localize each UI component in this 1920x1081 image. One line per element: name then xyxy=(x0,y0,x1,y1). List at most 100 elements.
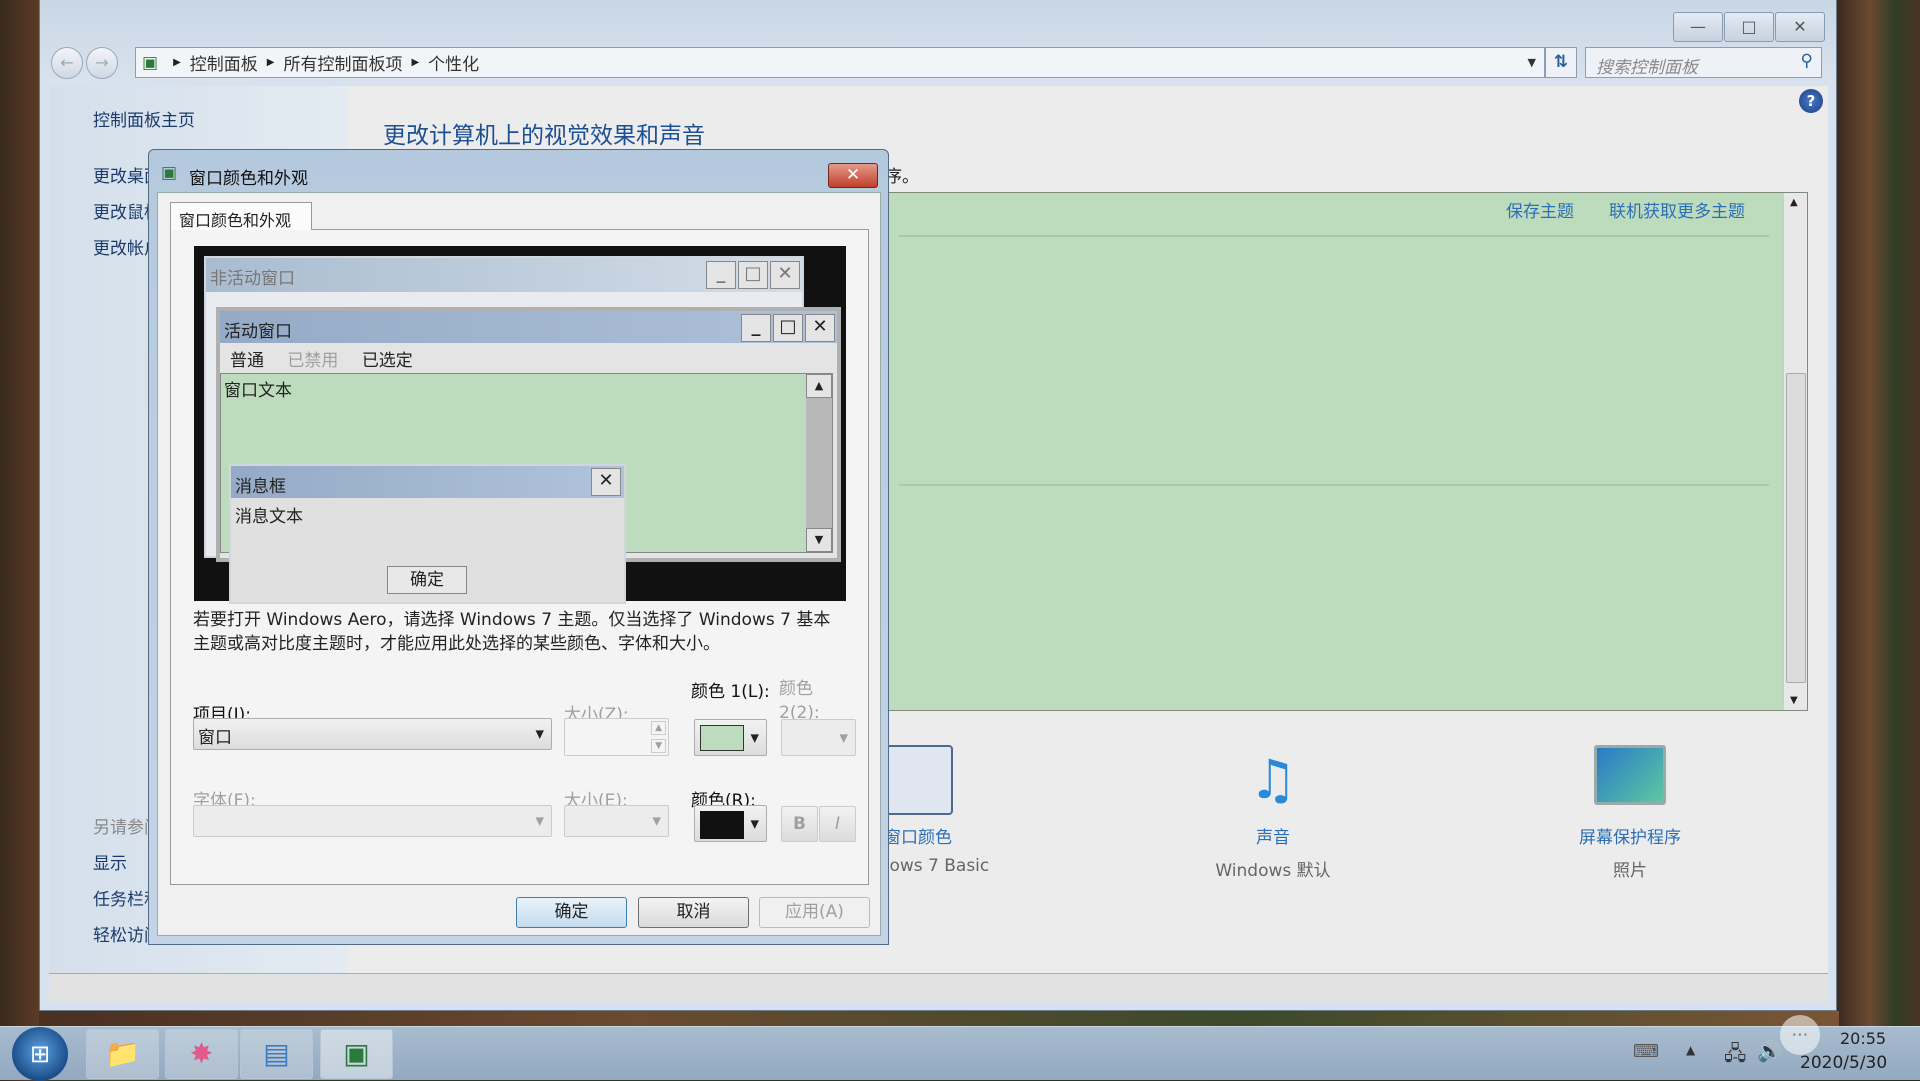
color1-swatch xyxy=(700,725,744,751)
sound-icon: ♫ xyxy=(1248,748,1298,811)
chevron-right-icon: ▶ xyxy=(411,57,420,68)
sound-value: Windows 默认 xyxy=(1215,861,1331,881)
cancel-button[interactable]: 取消 xyxy=(638,897,749,928)
theme-list[interactable]: 保存主题 联机获取更多主题 ▲ ▼ xyxy=(888,192,1808,711)
screensaver-item[interactable]: 屏幕保护程序 照片 xyxy=(1520,745,1740,881)
keyboard-icon[interactable]: ⌨ xyxy=(1633,1041,1659,1062)
save-theme-link[interactable]: 保存主题 xyxy=(1506,197,1574,222)
browser-taskbar-icon[interactable]: ✸ xyxy=(165,1029,238,1079)
start-button[interactable]: ⊞ xyxy=(12,1027,68,1081)
desktop-wallpaper xyxy=(1837,0,1920,1026)
spin-down-icon[interactable]: ▼ xyxy=(651,739,666,753)
apply-button[interactable]: 应用(A) xyxy=(759,897,870,928)
breadcrumb-item[interactable]: 控制面板 xyxy=(190,50,258,75)
back-button[interactable]: ← xyxy=(51,47,83,79)
preview-message-box: 消息框 ✕ 消息文本 确定 xyxy=(229,464,626,604)
scroll-down-icon[interactable]: ▼ xyxy=(1790,695,1798,706)
color1-picker[interactable]: ▼ xyxy=(694,719,767,756)
link-display[interactable]: 显示 xyxy=(93,849,127,874)
search-input[interactable]: 搜索控制面板 ⚲ xyxy=(1585,47,1822,78)
control-panel-icon: ▣ xyxy=(161,163,178,183)
minimize-button[interactable]: — xyxy=(1673,12,1723,42)
size-z-spinner[interactable]: ▲ ▼ xyxy=(564,718,669,756)
scroll-up-icon[interactable]: ▲ xyxy=(1790,197,1798,208)
screensaver-value: 照片 xyxy=(1613,861,1647,881)
ok-button[interactable]: 确定 xyxy=(516,897,627,928)
inactive-title-bar: 非活动窗口 _ □ ✕ xyxy=(206,258,802,292)
maximize-button[interactable]: □ xyxy=(1724,12,1774,42)
address-bar[interactable]: ▣ ▶ 控制面板 ▶ 所有控制面板项 ▶ 个性化 ▼ xyxy=(135,47,1545,78)
link-control-panel-home[interactable]: 控制面板主页 xyxy=(93,106,195,131)
sound-item[interactable]: ♫ 声音 Windows 默认 xyxy=(1163,745,1383,881)
bold-button[interactable]: B xyxy=(781,806,818,842)
taskbar: ⊞ 📁 ✸ ▤ ▣ ⌨ ▲ 🖧 🔊 20:55 2020/5/30 ⋯ xyxy=(0,1015,1920,1081)
page-subtitle: 序。 xyxy=(885,167,919,187)
message-box-title: 消息框 ✕ xyxy=(231,466,624,498)
divider xyxy=(899,484,1769,486)
screensaver-icon xyxy=(1594,745,1666,805)
control-panel-taskbar-icon[interactable]: ▤ xyxy=(240,1029,313,1079)
search-placeholder: 搜索控制面板 xyxy=(1596,58,1698,78)
menu-selected: 已选定 xyxy=(361,351,413,371)
maximize-icon: □ xyxy=(738,261,768,289)
size-e-select[interactable]: ▼ xyxy=(564,805,669,837)
dialog-close-button[interactable]: ✕ xyxy=(828,163,878,188)
color2-label: 颜色 2(2): xyxy=(779,679,820,723)
forward-button[interactable]: → xyxy=(86,47,118,79)
control-panel-icon: ▣ xyxy=(142,52,159,73)
close-icon: ✕ xyxy=(805,314,835,342)
chevron-right-icon: ▶ xyxy=(173,57,181,68)
tab-panel: 非活动窗口 _ □ ✕ 活动窗口 _ □ ✕ 普通 已禁用 已选定 窗口文本 ▲… xyxy=(170,229,869,885)
close-button[interactable]: ✕ xyxy=(1775,12,1825,42)
font-select[interactable]: ▼ xyxy=(193,805,552,837)
appearance-preview[interactable]: 非活动窗口 _ □ ✕ 活动窗口 _ □ ✕ 普通 已禁用 已选定 窗口文本 ▲… xyxy=(194,246,846,604)
file-explorer-taskbar-icon[interactable]: 📁 xyxy=(86,1029,159,1079)
scrollbar[interactable]: ▲ ▼ xyxy=(1783,193,1807,710)
dialog-title: 窗口颜色和外观 xyxy=(189,169,308,189)
tab-window-color[interactable]: 窗口颜色和外观 xyxy=(170,202,312,230)
breadcrumb-item[interactable]: 个性化 xyxy=(428,50,479,75)
clock-time[interactable]: 20:55 xyxy=(1840,1029,1886,1048)
clock-date[interactable]: 2020/5/30 xyxy=(1800,1053,1887,1073)
close-icon: ✕ xyxy=(770,261,800,289)
color-r-swatch xyxy=(700,811,744,839)
active-title-bar: 活动窗口 _ □ ✕ xyxy=(220,311,837,343)
status-bar xyxy=(49,973,1828,1002)
refresh-button[interactable]: ⇅ xyxy=(1545,47,1577,78)
help-icon[interactable]: ? xyxy=(1799,89,1823,113)
close-icon: ✕ xyxy=(591,468,621,496)
network-icon[interactable]: 🖧 xyxy=(1724,1039,1746,1073)
volume-icon[interactable]: 🔊 xyxy=(1757,1039,1782,1063)
dropdown-arrow-icon: ▼ xyxy=(535,814,544,828)
chevron-right-icon: ▶ xyxy=(266,57,275,68)
menu-disabled: 已禁用 xyxy=(287,351,339,371)
message-box-text: 消息文本 xyxy=(235,507,303,527)
color1-label: 颜色 1(L): xyxy=(691,682,770,702)
breadcrumb-item[interactable]: 所有控制面板项 xyxy=(283,50,402,75)
personalization-taskbar-icon[interactable]: ▣ xyxy=(320,1029,393,1079)
menu-normal: 普通 xyxy=(230,351,264,371)
maximize-icon: □ xyxy=(773,314,803,342)
spin-up-icon[interactable]: ▲ xyxy=(651,721,666,735)
get-more-themes-link[interactable]: 联机获取更多主题 xyxy=(1609,197,1745,222)
desktop-wallpaper-strip xyxy=(39,1011,1839,1026)
screensaver-label[interactable]: 屏幕保护程序 xyxy=(1520,823,1740,848)
color-r-picker[interactable]: ▼ xyxy=(694,805,767,842)
search-icon[interactable]: ⚲ xyxy=(1801,51,1813,71)
italic-button[interactable]: I xyxy=(819,806,856,842)
minimize-icon: _ xyxy=(706,261,736,289)
page-title: 更改计算机上的视觉效果和声音 xyxy=(383,123,705,149)
watermark-logo: ⋯ xyxy=(1780,1015,1820,1055)
color2-picker[interactable]: ▼ xyxy=(781,719,856,756)
dialog-body: 窗口颜色和外观 非活动窗口 _ □ ✕ 活动窗口 _ □ ✕ 普通 已禁用 已选… xyxy=(157,192,881,936)
window-color-dialog: ▣ 窗口颜色和外观 ✕ 窗口颜色和外观 非活动窗口 _ □ ✕ 活动窗口 _ □… xyxy=(148,149,889,945)
aero-description: 若要打开 Windows Aero，请选择 Windows 7 主题。仅当选择了… xyxy=(193,610,831,654)
preview-scrollbar: ▲ ▼ xyxy=(806,374,832,552)
sound-label[interactable]: 声音 xyxy=(1163,823,1383,848)
dropdown-arrow-icon[interactable]: ▼ xyxy=(1528,56,1536,69)
divider xyxy=(899,235,1769,237)
scroll-thumb[interactable] xyxy=(1786,373,1806,683)
show-hidden-icons[interactable]: ▲ xyxy=(1686,1043,1695,1057)
minimize-icon: _ xyxy=(741,314,771,342)
item-select[interactable]: 窗口 ▼ xyxy=(193,718,552,750)
